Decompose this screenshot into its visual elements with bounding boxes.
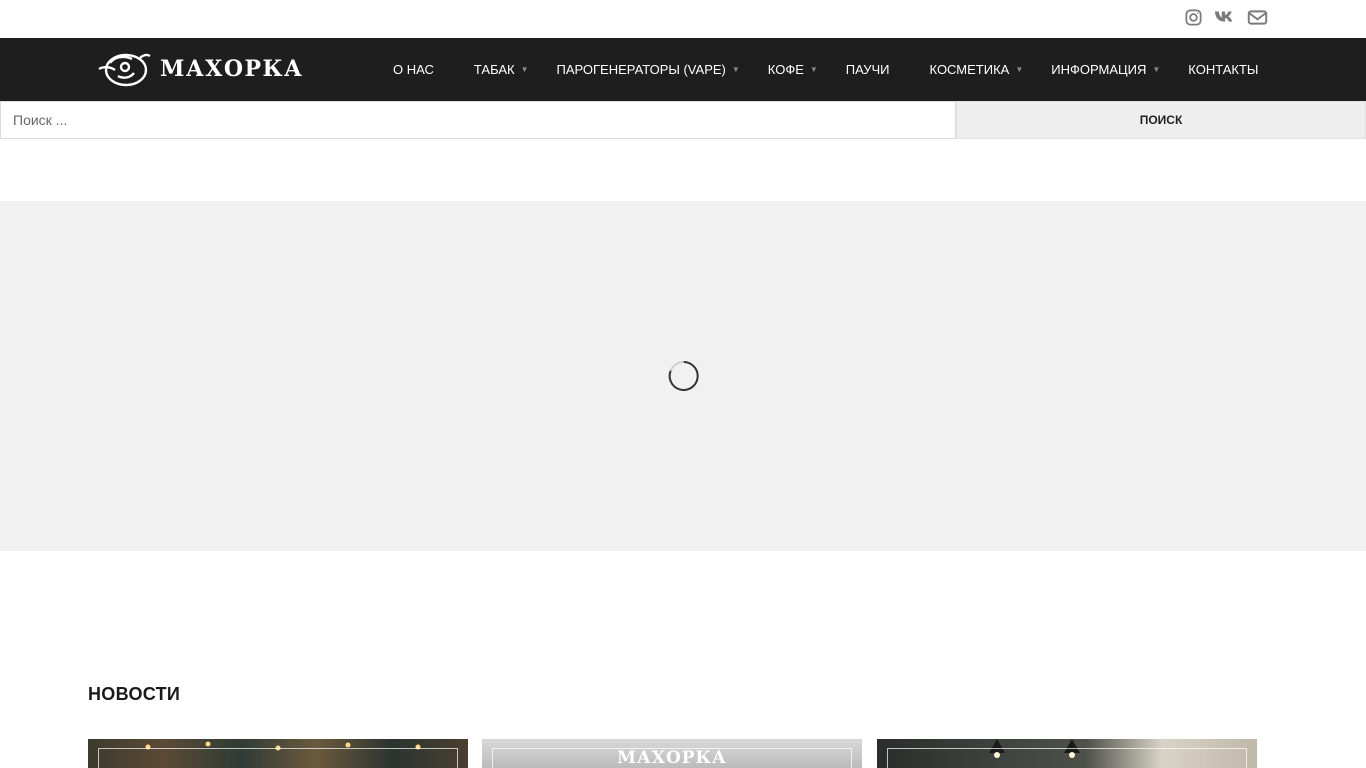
- news-card[interactable]: [88, 739, 468, 768]
- logo-emblem-icon: [98, 53, 151, 87]
- main-menu: О НАС ТАБАК ▼ ПАРОГЕНЕРАТОРЫ (VAPE) ▼ КО…: [393, 38, 1258, 101]
- menu-item-contacts[interactable]: КОНТАКТЫ: [1188, 62, 1258, 77]
- menu-item-coffee[interactable]: КОФЕ ▼: [768, 62, 818, 77]
- site-logo[interactable]: МАХОРКА: [96, 48, 303, 90]
- menu-item-tobacco[interactable]: ТАБАК ▼: [474, 62, 529, 77]
- storefront-sign: МАХОРКА: [617, 748, 727, 768]
- loading-spinner-icon: [668, 360, 699, 391]
- vk-icon[interactable]: [1214, 6, 1236, 28]
- menu-item-label: КОНТАКТЫ: [1188, 62, 1259, 77]
- chevron-down-icon: ▼: [809, 65, 818, 74]
- search-button[interactable]: ПОИСК: [956, 101, 1366, 139]
- menu-item-information[interactable]: ИНФОРМАЦИЯ ▼: [1051, 62, 1160, 77]
- menu-item-label: КОСМЕТИКА: [929, 62, 1010, 77]
- menu-item-label: ТАБАК: [473, 62, 515, 77]
- envelope-icon[interactable]: [1246, 6, 1268, 28]
- menu-item-label: КОФЕ: [767, 62, 804, 77]
- menu-item-label: ИНФОРМАЦИЯ: [1051, 62, 1147, 77]
- chevron-down-icon: ▼: [1152, 65, 1161, 74]
- menu-item-label: ПАРОГЕНЕРАТОРЫ (VAPE): [556, 62, 726, 77]
- logo-text: МАХОРКА: [160, 56, 304, 82]
- top-bar: [0, 0, 1366, 38]
- menu-item-cosmetics[interactable]: КОСМЕТИКА ▼: [930, 62, 1024, 77]
- menu-item-label: О НАС: [393, 62, 434, 77]
- chevron-down-icon: ▼: [520, 65, 529, 74]
- card-frame: [98, 748, 458, 768]
- search-form: ПОИСК: [0, 101, 1366, 139]
- social-links: [1182, 6, 1268, 28]
- news-section-title: НОВОСТИ: [88, 684, 181, 704]
- menu-item-label: ПАУЧИ: [845, 62, 890, 77]
- instagram-icon[interactable]: [1182, 6, 1204, 28]
- menu-item-pouches[interactable]: ПАУЧИ: [846, 62, 890, 77]
- news-card[interactable]: МАХОРКА: [482, 739, 862, 768]
- chevron-down-icon: ▼: [731, 65, 740, 74]
- search-input[interactable]: [0, 101, 956, 139]
- card-frame: [887, 748, 1247, 768]
- news-card[interactable]: [877, 739, 1257, 768]
- chevron-down-icon: ▼: [1015, 65, 1024, 74]
- menu-item-about[interactable]: О НАС: [393, 62, 434, 77]
- menu-item-vape[interactable]: ПАРОГЕНЕРАТОРЫ (VAPE) ▼: [556, 62, 739, 77]
- main-navigation: МАХОРКА О НАС ТАБАК ▼ ПАРОГЕНЕРАТОРЫ (VA…: [0, 38, 1366, 101]
